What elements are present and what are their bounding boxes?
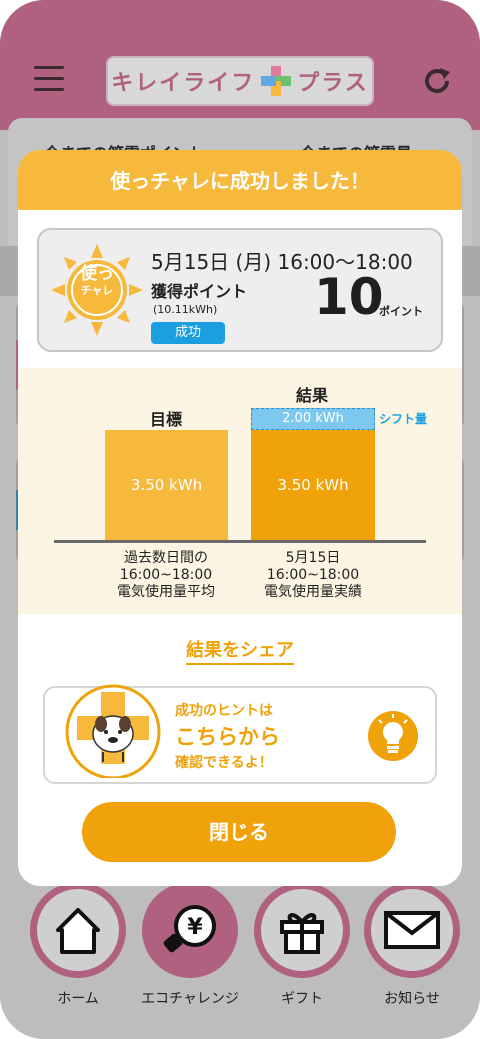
shift-bar: 2.00 kWh: [251, 408, 375, 430]
logo-text-left: キレイライフ: [111, 71, 256, 96]
svg-text:¥: ¥: [187, 915, 203, 940]
gift-icon: [280, 913, 324, 954]
logo-cross-icon: [261, 66, 292, 96]
target-bar: 3.50 kWh: [105, 430, 228, 540]
caption-line: 16:00~18:00: [266, 567, 360, 583]
lightbulb-icon: [368, 711, 418, 761]
hamburger-menu-icon[interactable]: [34, 66, 64, 92]
mascot-icon: [65, 684, 161, 778]
result-bar-label: 3.50 kWh: [277, 476, 349, 494]
target-bar-label: 3.50 kWh: [130, 476, 203, 494]
target-title: 目標: [150, 410, 183, 429]
nav-item-gift[interactable]: ギフト: [252, 882, 352, 1008]
caption-line: 過去数日間の: [124, 550, 208, 566]
hint-text-line2: こちらから: [175, 725, 280, 749]
nav-label: ホーム: [57, 991, 99, 1007]
success-hint-card[interactable]: 成功のヒントは こちらから 確認できるよ！: [43, 684, 437, 784]
share-result-link[interactable]: 結果をシェア: [186, 640, 294, 665]
modal-title: 使っチャレに成功しました！: [18, 150, 462, 210]
caption-line: 16:00~18:00: [119, 567, 213, 583]
status-badge: 成功: [151, 322, 225, 344]
badge-text-bottom: チャレ: [80, 284, 114, 297]
caption-line: 5月15日: [285, 550, 341, 566]
usage-comparison-chart: 目標 結果 2.00 kWh シフト量 3.50 kWh 3.50 kWh 過去…: [18, 368, 462, 614]
hint-text-line1: 成功のヒントは: [175, 703, 273, 719]
hint-text-line3: 確認できるよ！: [175, 755, 273, 771]
badge-text-top: 使っ: [80, 264, 114, 284]
result-title: 結果: [296, 386, 329, 405]
home-icon: [56, 908, 100, 954]
caption-line: 電気使用量平均: [117, 584, 215, 600]
mail-icon: [384, 911, 440, 949]
refresh-icon[interactable]: [420, 64, 454, 98]
points-label: 獲得ポイント: [151, 282, 248, 301]
result-summary-card: 使っ チャレ 5月15日 (月) 16:00〜18:00 獲得ポイント (10.…: [37, 228, 443, 352]
caption-line: 電気使用量実績: [264, 584, 362, 600]
nav-item-notifications[interactable]: お知らせ: [362, 882, 462, 1008]
app-screen: キレイライフ プラス 今までの節電ポイント 今までの節電量: [0, 0, 480, 1039]
shift-label: シフト量: [379, 412, 428, 426]
points-value: 10: [314, 268, 384, 326]
result-bar: 3.50 kWh: [251, 430, 375, 540]
kwh-note: (10.11kWh): [153, 303, 218, 316]
nav-item-eco-challenge[interactable]: ¥ エコチャレンジ: [140, 882, 240, 1008]
chart-baseline: [54, 540, 426, 543]
nav-label: エコチャレンジ: [141, 991, 239, 1007]
nav-item-home[interactable]: ホーム: [28, 882, 128, 1008]
nav-label: お知らせ: [384, 991, 440, 1007]
bottom-navigation: ホーム ¥ エコチャレンジ ギフト お知らせ: [0, 868, 480, 1039]
target-caption: 過去数日間の 16:00~18:00 電気使用量平均: [91, 550, 241, 601]
app-logo: キレイライフ プラス: [106, 56, 374, 106]
challenge-result-modal: 使っチャレに成功しました！ 使っ チャレ 5月15日 (月) 16:00〜18:…: [18, 150, 462, 886]
logo-text-right: プラス: [297, 71, 369, 96]
app-header: キレイライフ プラス: [0, 0, 480, 130]
nav-label: ギフト: [281, 991, 323, 1007]
result-caption: 5月15日 16:00~18:00 電気使用量実績: [238, 550, 388, 601]
yen-bulb-icon: ¥: [163, 905, 216, 953]
close-button[interactable]: 閉じる: [82, 802, 396, 862]
points-unit: ポイント: [379, 305, 423, 318]
share-result-link-row: 結果をシェア: [18, 636, 462, 665]
